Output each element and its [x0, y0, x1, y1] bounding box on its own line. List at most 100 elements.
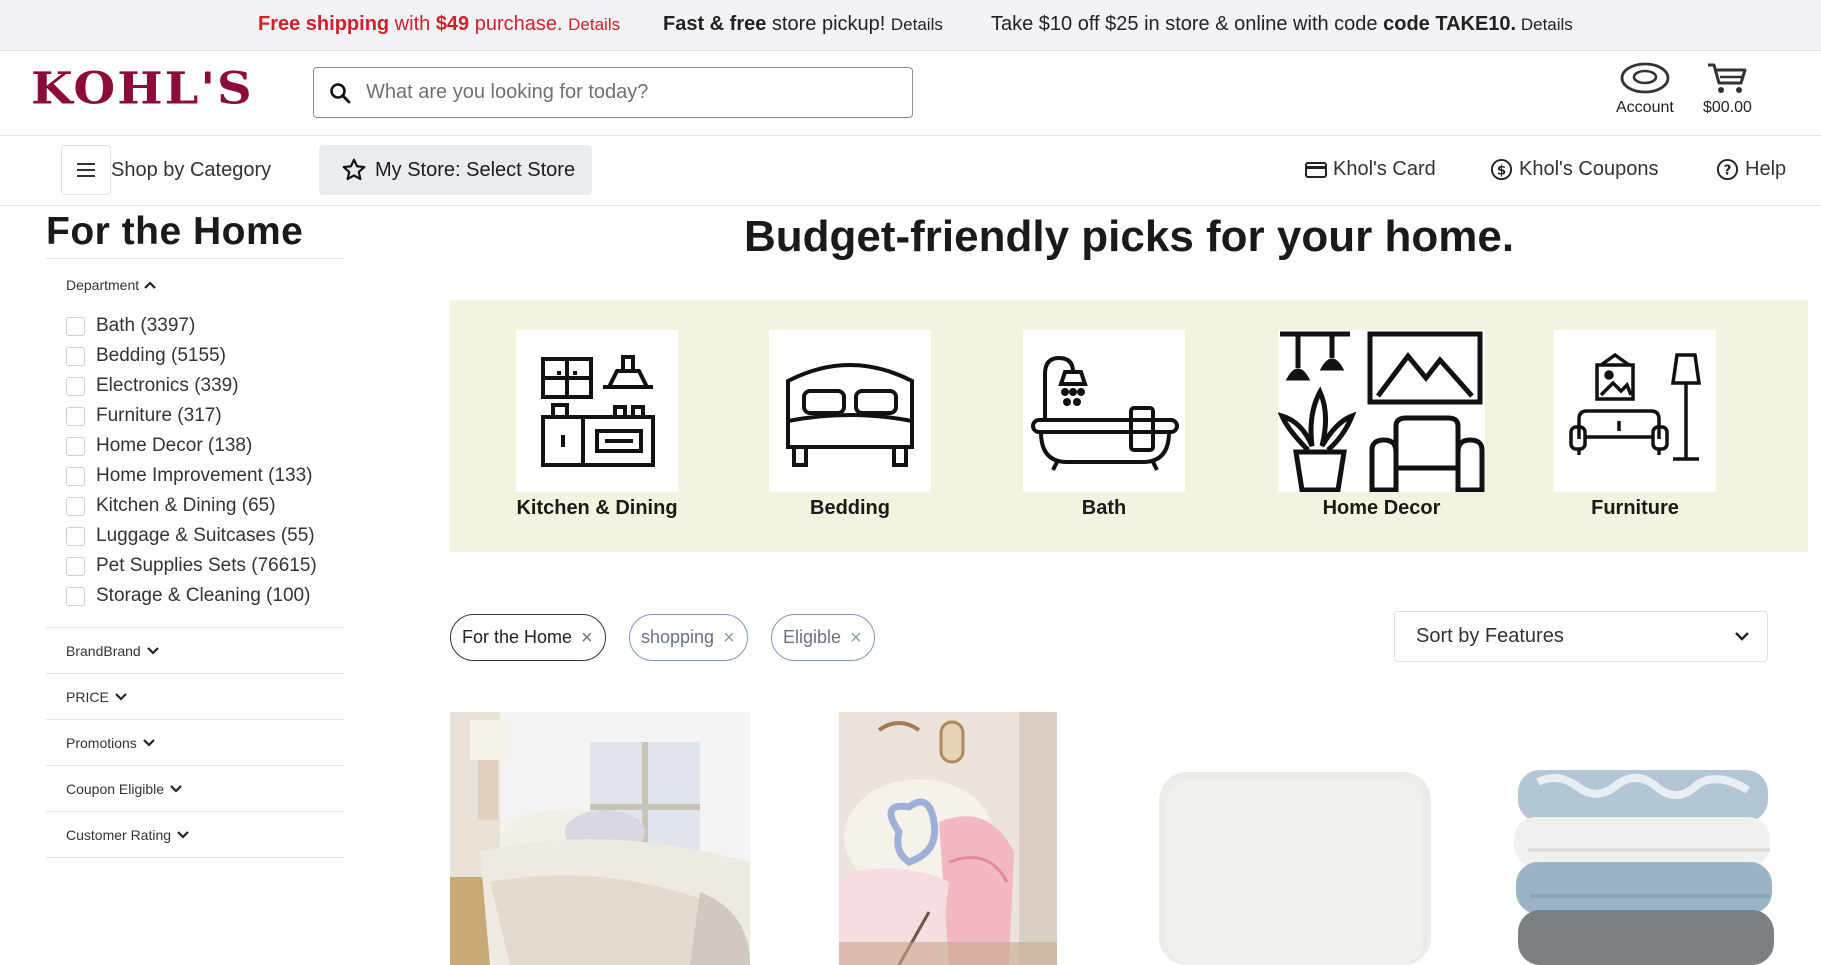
department-option-label: Electronics (339) [96, 375, 239, 396]
hamburger-icon [77, 163, 95, 177]
filter-promotions[interactable]: Promotions [46, 719, 344, 765]
chip-label: shopping [641, 627, 715, 647]
filter-coupon-eligible[interactable]: Coupon Eligible [46, 765, 344, 811]
account-label: Account [1616, 99, 1674, 116]
filter-sections: BrandBrand PRICE Promotions Coupon Eligi… [46, 627, 344, 858]
coupon-details-link[interactable]: Details [1516, 15, 1573, 34]
active-filter-chip[interactable]: For the Home × [450, 614, 606, 661]
filter-price[interactable]: PRICE [46, 673, 344, 719]
kohls-coupons-link[interactable]: $ Khol's Coupons [1490, 158, 1658, 181]
chevron-down-icon [177, 830, 189, 839]
free-shipping-bold: Free shipping [258, 13, 390, 35]
department-option-label: Storage & Cleaning (100) [96, 585, 311, 606]
product-image-bath-rug[interactable] [1157, 712, 1433, 965]
filter-label: Promotions [66, 734, 137, 751]
sort-label: Sort by Features [1416, 625, 1564, 647]
department-option[interactable]: Bath (3397) [66, 311, 344, 341]
star-icon [342, 158, 366, 181]
svg-text:?: ? [1724, 163, 1732, 178]
help-link[interactable]: ? Help [1716, 158, 1786, 181]
department-option[interactable]: Pet Supplies Sets (76615) [66, 551, 344, 581]
category-label: Kitchen & Dining [516, 497, 678, 519]
home-decor-icon [1278, 330, 1485, 492]
checkbox[interactable] [66, 376, 85, 396]
checkbox[interactable] [66, 466, 85, 486]
department-list: Bath (3397) Bedding (5155) Electronics (… [66, 311, 344, 611]
cart-amount: $00.00 [1703, 99, 1752, 116]
department-option-label: Kitchen & Dining (65) [96, 495, 276, 516]
category-furniture[interactable]: Furniture [1554, 330, 1716, 520]
kohls-logo[interactable]: KOHL'S [31, 67, 254, 111]
department-option[interactable]: Electronics (339) [66, 371, 344, 401]
help-label: Help [1745, 158, 1787, 180]
category-kitchen-dining[interactable]: Kitchen & Dining [516, 330, 678, 520]
department-option[interactable]: Storage & Cleaning (100) [66, 581, 344, 611]
category-label: Bath [1081, 497, 1127, 519]
department-option[interactable]: Home Improvement (133) [66, 461, 344, 491]
filter-customer-rating[interactable]: Customer Rating [46, 811, 344, 857]
free-shipping-rest: purchase. [469, 13, 569, 35]
filter-brand[interactable]: BrandBrand [46, 627, 344, 673]
svg-text:$: $ [1497, 163, 1506, 178]
chevron-down-icon [1735, 632, 1749, 641]
close-icon[interactable]: × [850, 628, 862, 648]
department-option-label: Furniture (317) [96, 405, 222, 426]
checkbox[interactable] [66, 556, 85, 576]
checkbox[interactable] [66, 406, 85, 426]
product-image-towels[interactable] [1508, 712, 1778, 965]
free-shipping-details-link[interactable]: Details [568, 15, 620, 34]
active-filter-chip[interactable]: shopping × [629, 614, 748, 661]
department-option[interactable]: Bedding (5155) [66, 341, 344, 371]
pickup-details-link[interactable]: Details [891, 15, 943, 34]
search-bar[interactable] [313, 67, 913, 118]
checkbox[interactable] [66, 316, 85, 336]
help-icon: ? [1716, 158, 1739, 181]
category-bedding[interactable]: Bedding [769, 330, 931, 520]
page-headline: Budget-friendly picks for your home. [743, 212, 1515, 261]
site-header: KOHL'S Account $00.00 [0, 51, 1821, 136]
filter-sidebar: For the Home Department Bath (3397) Bedd… [46, 206, 344, 858]
chevron-down-icon [143, 738, 155, 747]
department-option[interactable]: Home Decor (138) [66, 431, 344, 461]
dollar-coin-icon: $ [1490, 158, 1513, 181]
account-button[interactable]: Account [1616, 61, 1674, 117]
sidebar-title: For the Home [46, 210, 344, 259]
coupon-code: code TAKE10. [1383, 13, 1517, 35]
sort-dropdown[interactable]: Sort by Features [1394, 611, 1768, 662]
category-label: Home Decor [1322, 497, 1441, 519]
category-home-decor[interactable]: Home Decor [1278, 330, 1485, 520]
search-icon[interactable] [328, 81, 352, 105]
category-bath[interactable]: Bath [1023, 330, 1185, 520]
checkbox[interactable] [66, 526, 85, 546]
pickup-text: store pickup! [766, 13, 891, 35]
department-option-label: Home Decor (138) [96, 435, 253, 456]
close-icon[interactable]: × [723, 628, 735, 648]
department-option[interactable]: Furniture (317) [66, 401, 344, 431]
checkbox[interactable] [66, 436, 85, 456]
menu-button[interactable] [61, 145, 111, 195]
promo-bar: Free shipping with $49 purchase. Details… [0, 0, 1821, 51]
kohls-card-link[interactable]: Khol's Card [1305, 158, 1436, 181]
chip-label: Eligible [783, 627, 842, 647]
department-toggle[interactable]: Department [66, 277, 344, 293]
checkbox[interactable] [66, 346, 85, 366]
search-input[interactable] [366, 81, 886, 104]
department-option[interactable]: Kitchen & Dining (65) [66, 491, 344, 521]
filter-label: Customer Rating [66, 826, 172, 843]
cart-button[interactable]: $00.00 [1703, 61, 1752, 117]
checkbox[interactable] [66, 496, 85, 516]
active-filter-chip[interactable]: Eligible × [771, 614, 875, 661]
main-nav: Shop by Category My Store: Select Store … [0, 136, 1821, 206]
department-option[interactable]: Luggage & Suitcases (55) [66, 521, 344, 551]
checkbox[interactable] [66, 586, 85, 606]
free-shipping-promo: Free shipping with $49 purchase. Details [258, 13, 620, 36]
shop-by-category-link[interactable]: Shop by Category [111, 159, 271, 182]
product-image-bed[interactable] [450, 712, 750, 965]
my-store-button[interactable]: My Store: Select Store [319, 145, 592, 195]
product-image-chair[interactable] [839, 712, 1057, 965]
bed-icon [769, 330, 931, 492]
filter-label: PRICE [66, 688, 109, 705]
cart-icon [1708, 63, 1747, 93]
close-icon[interactable]: × [581, 628, 593, 648]
filter-label: Coupon Eligible [66, 780, 165, 797]
